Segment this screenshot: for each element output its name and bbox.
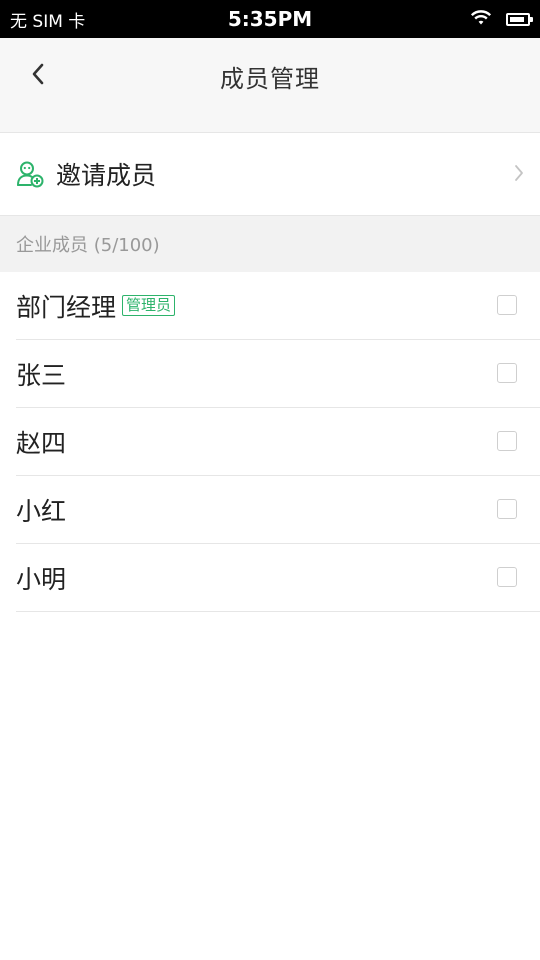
member-list: 部门经理 管理员 张三 赵四 小红 小明 [0, 272, 540, 612]
member-checkbox[interactable] [497, 431, 517, 451]
chevron-right-icon [514, 164, 524, 186]
member-row-xiaohong[interactable]: 小红 [16, 476, 540, 544]
member-name: 小明 [16, 564, 67, 594]
member-row-zhangsan[interactable]: 张三 [16, 340, 540, 408]
invite-member-row[interactable]: 邀请成员 [0, 133, 540, 216]
member-checkbox[interactable] [497, 363, 517, 383]
member-row-zhaosi[interactable]: 赵四 [16, 408, 540, 476]
battery-fill [510, 16, 524, 22]
section-header: 企业成员 (5/100) [0, 216, 540, 272]
wifi-icon [470, 9, 492, 30]
carrier-label: 无 SIM 卡 [10, 11, 86, 32]
chevron-left-icon [31, 63, 45, 89]
page-title: 成员管理 [220, 64, 320, 93]
navigation-bar: 成员管理 [0, 38, 540, 114]
member-checkbox[interactable] [497, 567, 517, 587]
member-checkbox[interactable] [497, 499, 517, 519]
member-checkbox[interactable] [497, 295, 517, 315]
member-name: 部门经理 [16, 292, 117, 322]
status-bar: 无 SIM 卡 5:35PM [0, 0, 540, 38]
member-name: 小红 [16, 496, 67, 526]
back-button[interactable] [18, 56, 58, 96]
add-user-icon [16, 160, 44, 188]
invite-member-label: 邀请成员 [56, 161, 157, 190]
battery-icon [506, 12, 533, 26]
spacer [0, 114, 540, 133]
member-name: 赵四 [16, 428, 67, 458]
member-row-xiaoming[interactable]: 小明 [16, 544, 540, 612]
member-row-manager[interactable]: 部门经理 管理员 [16, 272, 540, 340]
member-name: 张三 [16, 360, 67, 390]
admin-badge: 管理员 [122, 295, 176, 316]
status-icons [470, 9, 533, 30]
